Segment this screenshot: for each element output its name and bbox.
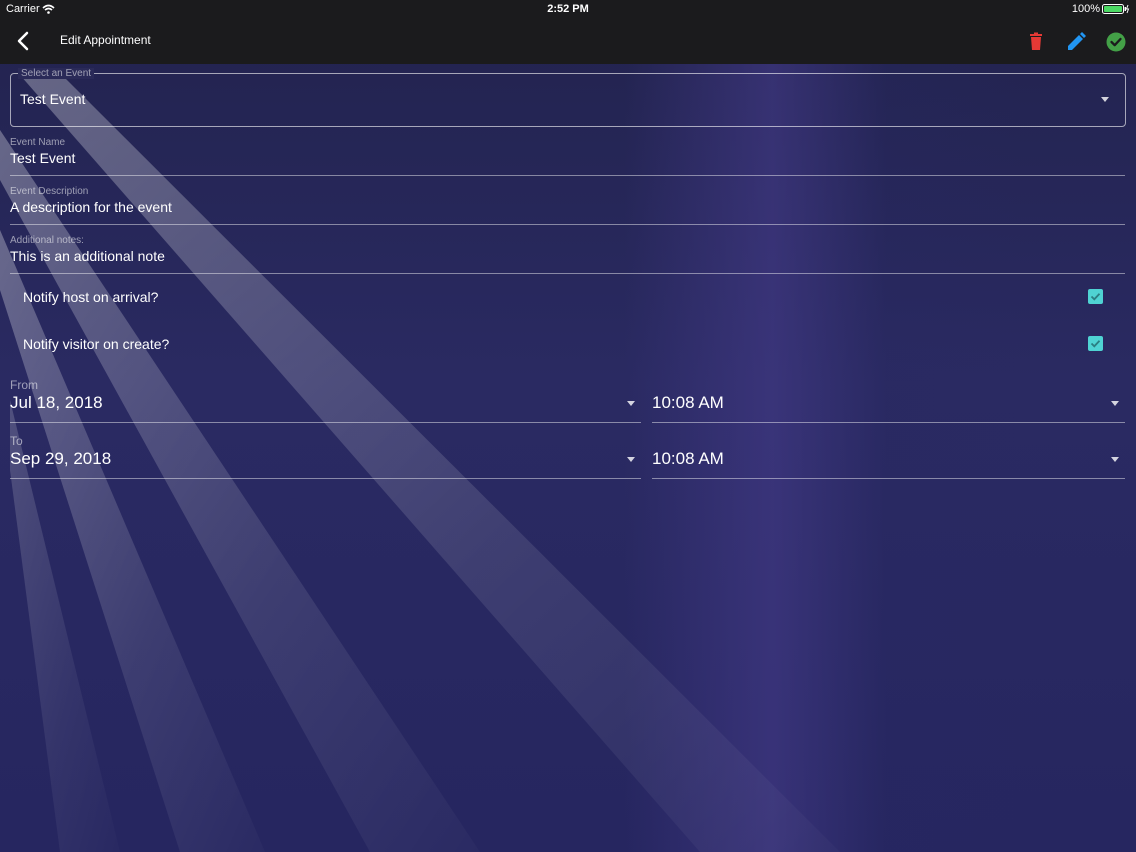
chevron-down-icon [1111,401,1119,406]
to-label: To [10,434,23,448]
from-date-underline [10,422,641,423]
chevron-down-icon [1111,457,1119,462]
chevron-down-icon [627,457,635,462]
from-label: From [10,378,38,392]
checkmark-icon [1090,293,1101,301]
to-date-picker[interactable]: Sep 29, 2018 [10,449,111,469]
app-bar: Edit Appointment [0,18,1136,64]
light-beams [0,75,840,852]
notify-host-checkbox[interactable] [1088,289,1103,304]
status-bar: Carrier 2:52 PM 100% [0,0,1136,18]
from-time-underline [652,422,1125,423]
event-select-value: Test Event [20,91,86,107]
edit-button[interactable] [1064,30,1088,54]
event-select-label: Select an Event [18,68,95,79]
event-name-underline [10,175,1125,176]
to-time-underline [652,478,1125,479]
chevron-down-icon [1101,97,1109,102]
event-description-label: Event Description [10,186,89,197]
additional-notes-underline [10,273,1125,274]
event-select[interactable] [10,73,1126,127]
chevron-down-icon [627,401,635,406]
trash-icon [1030,32,1042,50]
from-date-picker[interactable]: Jul 18, 2018 [10,393,103,413]
clock: 2:52 PM [547,3,589,15]
back-button[interactable] [10,28,38,54]
battery-icon [1102,4,1130,14]
page-title: Edit Appointment [60,33,151,47]
notify-host-label: Notify host on arrival? [23,289,159,305]
additional-notes-label: Additional notes: [10,235,84,246]
checkmark-icon [1090,340,1101,348]
delete-button[interactable] [1024,30,1048,54]
to-date-underline [10,478,641,479]
pencil-icon [1068,32,1086,50]
event-description-underline [10,224,1125,225]
save-button[interactable] [1104,30,1128,54]
event-name-label: Event Name [10,137,66,148]
battery-percent: 100% [1071,3,1100,15]
check-circle-icon [1106,32,1126,52]
to-time-picker[interactable]: 10:08 AM [652,449,724,469]
event-description-field[interactable]: A description for the event [10,199,172,215]
event-name-field[interactable]: Test Event [10,150,75,166]
from-time-picker[interactable]: 10:08 AM [652,393,724,413]
additional-notes-field[interactable]: This is an additional note [10,248,165,264]
notify-visitor-checkbox[interactable] [1088,336,1103,351]
notify-visitor-label: Notify visitor on create? [23,336,170,352]
background [0,0,1136,852]
back-chevron-icon [17,31,29,51]
